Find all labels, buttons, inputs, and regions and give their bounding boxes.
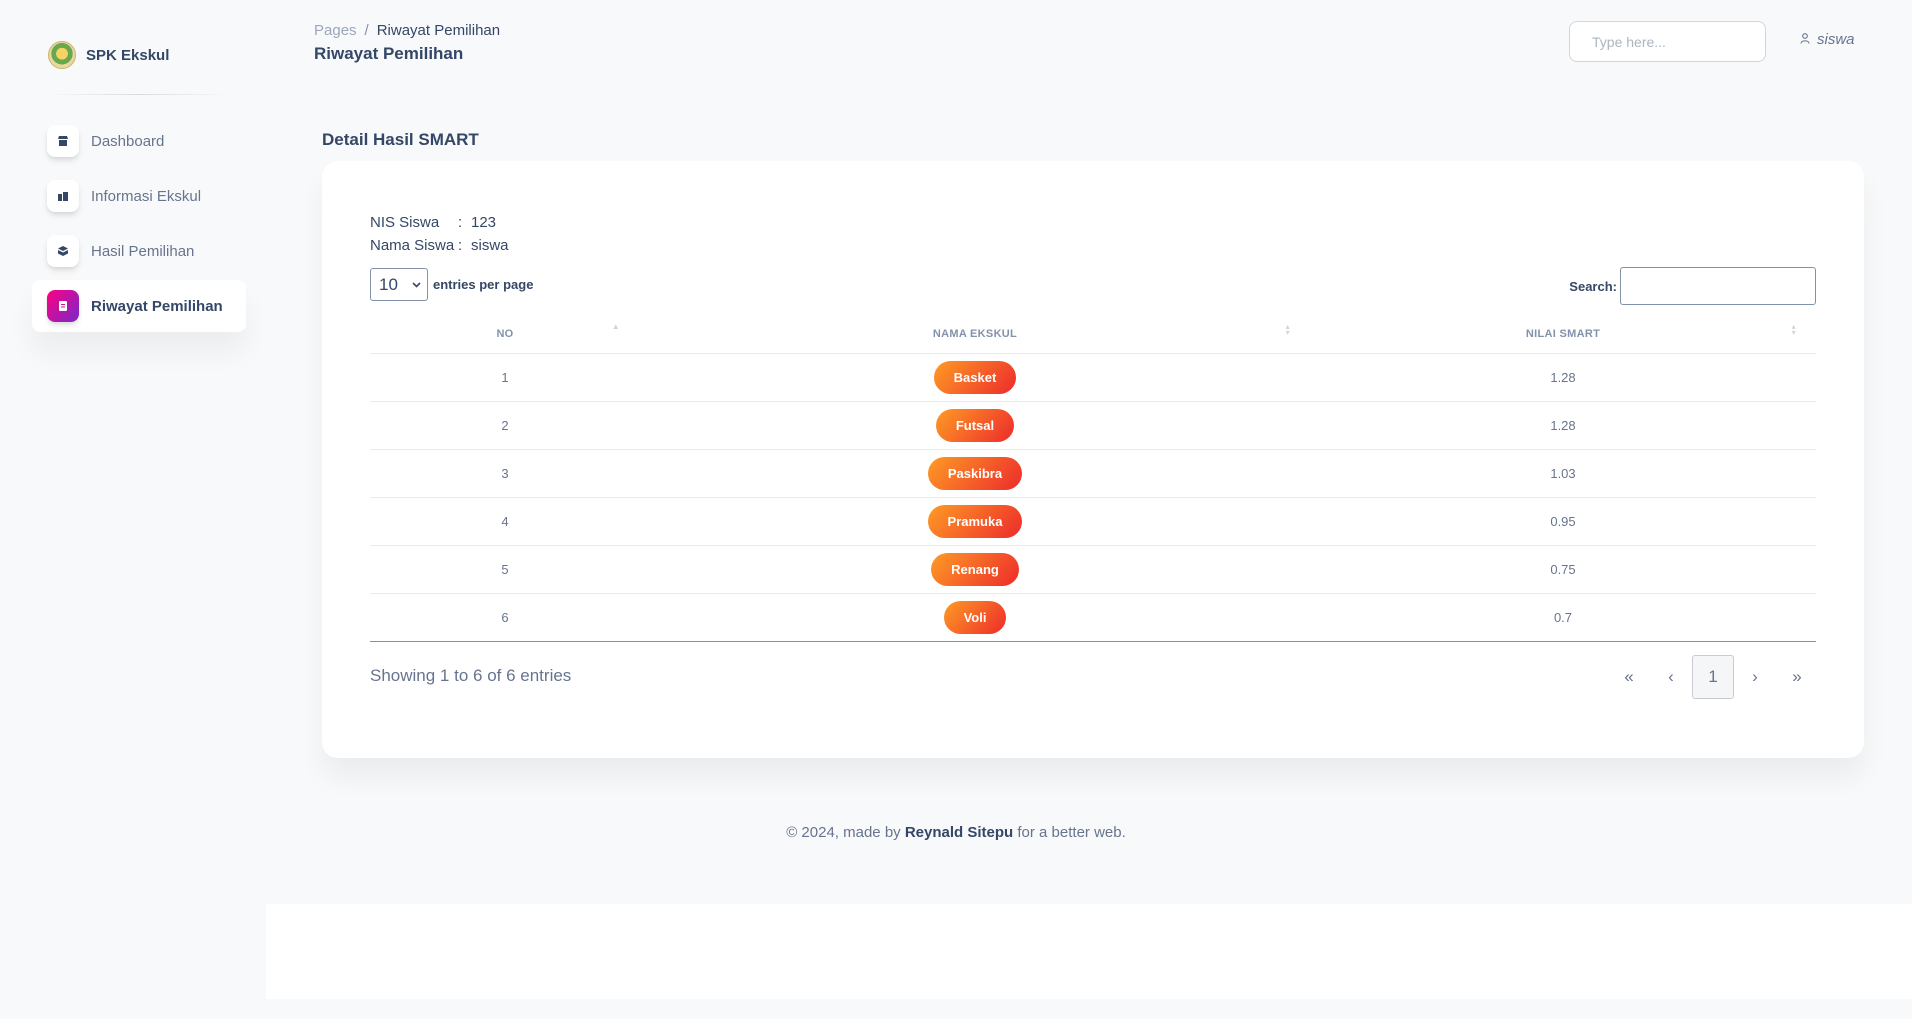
nama-label: Nama Siswa (370, 237, 455, 254)
user-menu[interactable]: siswa (1800, 31, 1855, 48)
table-row: 3 Paskibra 1.03 (370, 449, 1816, 498)
column-header-no[interactable]: NO ▲ (370, 312, 640, 354)
cell-no: 5 (370, 545, 640, 594)
column-header-nama-ekskul[interactable]: NAMA EKSKUL ▴ ▾ (640, 312, 1310, 354)
table-search-input[interactable] (1620, 267, 1816, 305)
cell-nilai: 0.75 (1310, 545, 1816, 594)
cell-nilai: 1.03 (1310, 449, 1816, 498)
table-info: Showing 1 to 6 of 6 entries (370, 666, 572, 685)
breadcrumb: Pages / Riwayat Pemilihan (314, 22, 500, 39)
building-icon (47, 180, 79, 212)
first-page-button[interactable]: « (1608, 655, 1650, 699)
pagination: « ‹ 1 › » (1608, 655, 1818, 699)
school-logo-icon (48, 41, 76, 69)
table-row: 1 Basket 1.28 (370, 353, 1816, 402)
cell-no: 3 (370, 449, 640, 498)
user-icon (1800, 32, 1810, 47)
nama-value: siswa (471, 237, 509, 254)
shop-icon (47, 125, 79, 157)
user-name: siswa (1817, 31, 1855, 48)
search-label: Search: (1569, 278, 1617, 294)
footer: © 2024, made by Reynald Sitepu for a bet… (0, 824, 1912, 841)
sidebar-item-hasil-pemilihan[interactable]: Hasil Pemilihan (32, 225, 246, 277)
ekskul-badge: Voli (943, 600, 1007, 634)
sort-icon: ▴ ▾ (1285, 322, 1290, 337)
table-row: 6 Voli 0.7 (370, 593, 1816, 642)
cell-nilai: 0.95 (1310, 497, 1816, 546)
bottom-panel (266, 904, 1912, 999)
sidebar-nav: Dashboard Informasi Ekskul Hasil Pemilih… (24, 115, 254, 332)
colon: : (458, 214, 463, 231)
ekskul-badge: Paskibra (927, 456, 1023, 490)
cell-no: 1 (370, 353, 640, 402)
column-header-nilai-smart[interactable]: NILAI SMART ▴ ▾ (1310, 312, 1816, 354)
document-icon (47, 290, 79, 322)
sidebar: SPK Ekskul Dashboard Informasi Ekskul Ha… (24, 24, 254, 344)
next-page-button[interactable]: › (1734, 655, 1776, 699)
sort-icon: ▴ ▾ (1791, 322, 1796, 337)
cell-no: 6 (370, 593, 640, 642)
box-icon (47, 235, 79, 267)
footer-author-link[interactable]: Reynald Sitepu (905, 824, 1013, 841)
results-table: NO ▲ NAMA EKSKUL ▴ ▾ NILAI SMART ▴ ▾ 1 Bas… (370, 312, 1816, 642)
sidebar-item-label: Riwayat Pemilihan (91, 297, 223, 315)
ekskul-badge: Basket (933, 360, 1017, 394)
last-page-button[interactable]: » (1776, 655, 1818, 699)
sidebar-item-label: Informasi Ekskul (91, 187, 202, 205)
table-search: Search: (1569, 267, 1816, 305)
entries-per-page: 10 entries per page (370, 268, 533, 301)
entries-label: entries per page (433, 277, 534, 292)
section-title: Detail Hasil SMART (322, 130, 479, 149)
table-row: 2 Futsal 1.28 (370, 401, 1816, 450)
ekskul-badge: Renang (931, 552, 1019, 586)
page-1-button[interactable]: 1 (1692, 655, 1734, 699)
cell-nilai: 1.28 (1310, 353, 1816, 402)
colon: : (458, 237, 463, 254)
sidebar-item-riwayat-pemilihan[interactable]: Riwayat Pemilihan (32, 280, 246, 332)
nis-label: NIS Siswa (370, 214, 440, 231)
brand[interactable]: SPK Ekskul (24, 24, 254, 86)
sort-asc-icon: ▲ (611, 322, 620, 331)
sidebar-item-label: Hasil Pemilihan (91, 242, 195, 260)
nis-value: 123 (471, 214, 497, 231)
breadcrumb-current: Riwayat Pemilihan (376, 22, 501, 39)
cell-nilai: 0.7 (1310, 593, 1816, 642)
page-title: Riwayat Pemilihan (314, 44, 464, 63)
chevron-down-icon (412, 279, 421, 291)
sidebar-item-dashboard[interactable]: Dashboard (32, 115, 246, 167)
sidebar-divider (46, 94, 232, 95)
breadcrumb-separator: / (364, 22, 369, 39)
ekskul-badge: Futsal (935, 408, 1015, 442)
prev-page-button[interactable]: ‹ (1650, 655, 1692, 699)
cell-no: 4 (370, 497, 640, 546)
cell-nilai: 1.28 (1310, 401, 1816, 450)
result-card: NIS Siswa : 123 Nama Siswa : siswa 10 en… (322, 161, 1864, 758)
sidebar-item-informasi-ekskul[interactable]: Informasi Ekskul (32, 170, 246, 222)
table-row: 5 Renang 0.75 (370, 545, 1816, 594)
student-info: NIS Siswa : 123 Nama Siswa : siswa (370, 211, 509, 257)
brand-name: SPK Ekskul (86, 46, 170, 64)
entries-select[interactable]: 10 (370, 268, 428, 301)
table-row: 4 Pramuka 0.95 (370, 497, 1816, 546)
cell-no: 2 (370, 401, 640, 450)
entries-value: 10 (379, 274, 398, 294)
breadcrumb-pages-link[interactable]: Pages (314, 22, 357, 39)
footer-suffix: for a better web. (1017, 824, 1126, 841)
sidebar-item-label: Dashboard (91, 132, 165, 150)
ekskul-badge: Pramuka (927, 504, 1023, 538)
footer-prefix: © 2024, made by (786, 824, 901, 841)
search-input[interactable] (1569, 21, 1766, 62)
